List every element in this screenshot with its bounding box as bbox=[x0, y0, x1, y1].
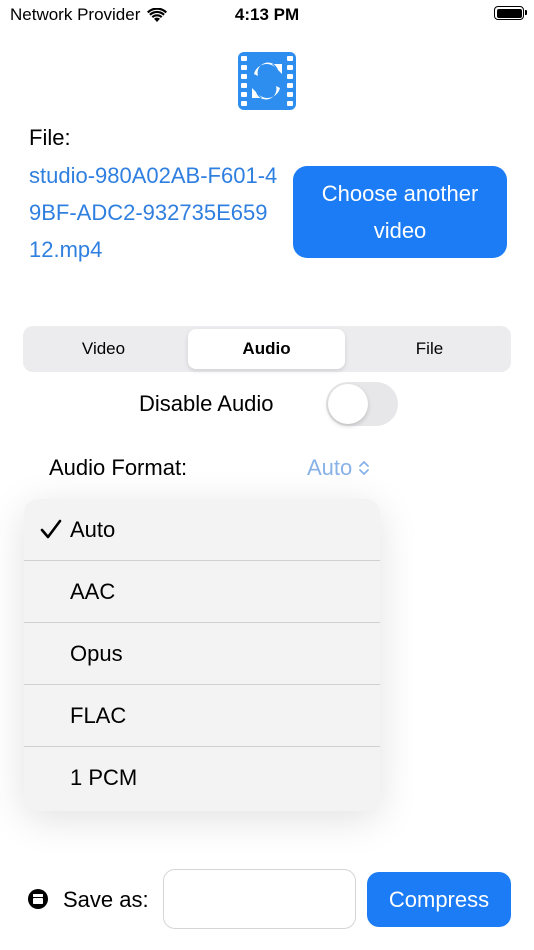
disable-audio-toggle[interactable] bbox=[326, 382, 398, 426]
menu-item-label: Opus bbox=[70, 640, 123, 666]
file-label: File: bbox=[29, 125, 71, 150]
audio-format-label: Audio Format: bbox=[49, 455, 188, 480]
audio-format-menu: Auto AAC Opus FLAC 1 PCM bbox=[24, 499, 380, 811]
menu-item-aac[interactable]: AAC bbox=[24, 561, 380, 623]
save-icon bbox=[28, 889, 48, 909]
save-as-label: Save as: bbox=[63, 887, 149, 912]
toggle-knob bbox=[328, 384, 368, 424]
chevron-up-down-icon bbox=[359, 461, 370, 475]
tab-video[interactable]: Video bbox=[25, 329, 182, 369]
battery-full-icon bbox=[494, 6, 527, 20]
save-as-input[interactable] bbox=[163, 869, 356, 929]
audio-format-picker[interactable]: Auto bbox=[307, 455, 370, 481]
tab-file[interactable]: File bbox=[351, 329, 508, 369]
menu-item-flac[interactable]: FLAC bbox=[24, 685, 380, 747]
status-bar: Network Provider 4:13 PM bbox=[0, 0, 534, 30]
status-time: 4:13 PM bbox=[234, 5, 300, 24]
menu-item-label: Auto bbox=[70, 516, 116, 542]
menu-item-label: FLAC bbox=[70, 702, 127, 728]
video-convert-icon bbox=[238, 52, 296, 110]
disable-audio-label: Disable Audio bbox=[139, 391, 274, 416]
menu-item-opus[interactable]: Opus bbox=[24, 623, 380, 685]
settings-tabs: Video Audio File bbox=[23, 326, 511, 372]
app-screen: Network Provider 4:13 PM File: studio-98… bbox=[0, 0, 534, 950]
checkmark-icon bbox=[40, 519, 62, 539]
menu-item-auto[interactable]: Auto bbox=[24, 499, 380, 561]
choose-another-video-button[interactable]: Choose another video bbox=[293, 166, 507, 258]
file-name-link[interactable]: studio-980A02AB-F601-49BF-ADC2-932735E65… bbox=[29, 157, 279, 268]
compress-button[interactable]: Compress bbox=[367, 872, 511, 927]
menu-item-label: AAC bbox=[70, 578, 116, 604]
audio-format-value: Auto bbox=[307, 455, 353, 480]
menu-item-label: 1 PCM bbox=[70, 765, 138, 790]
menu-item-pcm[interactable]: 1 PCM bbox=[24, 747, 380, 809]
tab-audio[interactable]: Audio bbox=[188, 329, 345, 369]
